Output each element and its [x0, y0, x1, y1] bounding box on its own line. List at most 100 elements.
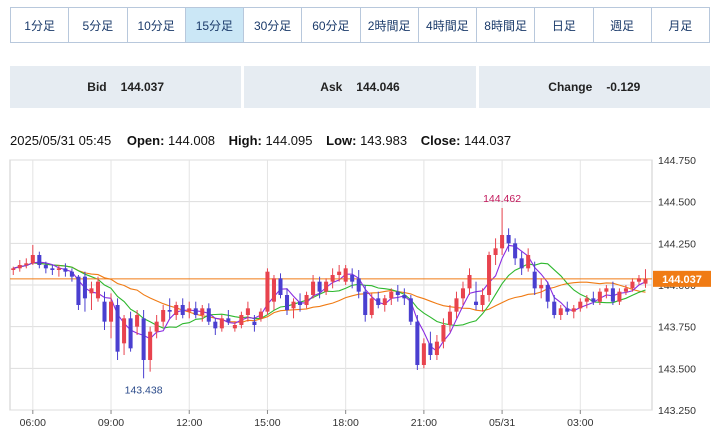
candle-body: [213, 321, 218, 329]
tab-8hour[interactable]: 8時間足: [477, 8, 536, 42]
candle-body: [493, 248, 498, 255]
candle-body: [122, 318, 127, 344]
candle-body: [467, 275, 472, 289]
candle-body: [232, 325, 237, 329]
x-tick-label: 15:00: [254, 417, 280, 429]
y-tick-label: 144.500: [658, 197, 696, 209]
x-tick-label: 06:00: [20, 417, 46, 429]
ohlc-readout: 2025/05/31 05:45 Open: 144.008 High: 144…: [10, 133, 511, 148]
candle-body: [519, 258, 524, 269]
tab-4hour[interactable]: 4時間足: [419, 8, 477, 42]
quote-panel: Bid 144.037 Ask 144.046 Change -0.129: [10, 66, 710, 108]
tab-5min[interactable]: 5分足: [69, 8, 128, 42]
tab-weekly[interactable]: 週足: [594, 8, 652, 42]
candle-body: [630, 281, 635, 289]
candle-body: [500, 235, 505, 249]
tab-10min[interactable]: 10分足: [128, 8, 186, 42]
candle-body: [258, 311, 263, 319]
candle-body: [30, 255, 35, 264]
candle-body: [591, 298, 596, 302]
candle-body: [552, 301, 557, 315]
candle-body: [291, 301, 296, 309]
candle-body: [421, 343, 426, 365]
candle-body: [473, 301, 479, 305]
candle-body: [109, 301, 114, 322]
candle-body: [597, 291, 602, 302]
candle-body: [271, 278, 276, 302]
tab-15min[interactable]: 15分足: [185, 8, 244, 42]
y-tick-label: 144.250: [658, 238, 696, 250]
ask-value: 144.046: [356, 80, 400, 94]
candle-body: [578, 301, 583, 309]
candle-body: [200, 308, 205, 315]
candlestick-chart[interactable]: 144.750144.500144.250144.000143.750143.5…: [0, 150, 720, 433]
candle-body: [337, 271, 342, 275]
tab-daily[interactable]: 日足: [535, 8, 594, 42]
candle-body: [102, 301, 107, 322]
y-tick-label: 143.250: [658, 405, 696, 417]
candle-body: [545, 285, 550, 302]
current-price-label: 144.037: [662, 274, 702, 286]
candle-body: [298, 301, 303, 305]
change-value: -0.129: [606, 80, 641, 94]
high-label: High:: [228, 133, 262, 148]
open-value: 144.008: [168, 133, 216, 148]
tab-30min[interactable]: 30分足: [244, 8, 303, 42]
candle-body: [95, 281, 101, 299]
candle-body: [487, 255, 492, 295]
open-label: Open:: [126, 133, 165, 148]
candle-body: [402, 295, 407, 299]
candle-body: [148, 331, 153, 360]
candle-body: [454, 298, 459, 312]
candle-body: [226, 318, 231, 322]
x-tick-label: 12:00: [176, 417, 202, 429]
ohlc-datetime: 2025/05/31 05:45: [10, 133, 112, 148]
x-tick-label: 03:00: [567, 417, 593, 429]
candle-body: [369, 298, 374, 315]
tab-1min[interactable]: 1分足: [11, 8, 70, 42]
candle-body: [69, 271, 74, 277]
candle-body: [115, 305, 120, 352]
x-tick-label: 21:00: [411, 417, 437, 429]
candle-body: [89, 288, 94, 294]
candle-body: [408, 298, 413, 322]
candle-body: [389, 291, 394, 299]
ask-box: Ask 144.046: [244, 66, 476, 108]
change-label: Change: [548, 80, 593, 94]
candle-body: [193, 308, 198, 315]
high-annotation: 144.462: [483, 193, 521, 205]
candle-body: [395, 291, 400, 295]
ask-label: Ask: [320, 80, 343, 94]
y-tick-label: 144.750: [658, 155, 696, 167]
bid-label: Bid: [87, 80, 107, 94]
candle-body: [17, 265, 22, 269]
candle-body: [245, 308, 250, 315]
candle-body: [206, 308, 211, 322]
candle-body: [441, 325, 446, 342]
candle-body: [434, 341, 439, 355]
candle-body: [565, 308, 570, 312]
close-label: Close:: [420, 133, 461, 148]
candle-body: [135, 315, 140, 327]
candle-body: [558, 308, 563, 315]
low-label: Low:: [326, 133, 357, 148]
candle-body: [174, 305, 179, 315]
candle-body: [610, 288, 615, 302]
tab-60min[interactable]: 60分足: [302, 8, 361, 42]
tab-monthly[interactable]: 月足: [652, 8, 709, 42]
bid-box: Bid 144.037: [10, 66, 242, 108]
candle-body: [252, 321, 257, 325]
x-tick-label: 05/31: [489, 417, 515, 429]
candle-body: [623, 288, 628, 292]
candle-body: [460, 288, 466, 299]
tab-2hour[interactable]: 2時間足: [361, 8, 419, 42]
candle-body: [180, 305, 185, 315]
x-tick-label: 09:00: [98, 417, 124, 429]
candle-body: [37, 255, 42, 265]
x-tick-label: 18:00: [333, 417, 359, 429]
candle-body: [265, 271, 270, 312]
low-annotation: 143.438: [125, 385, 163, 397]
candle-body: [324, 281, 329, 292]
candle-body: [584, 298, 589, 302]
candle-body: [350, 275, 355, 282]
